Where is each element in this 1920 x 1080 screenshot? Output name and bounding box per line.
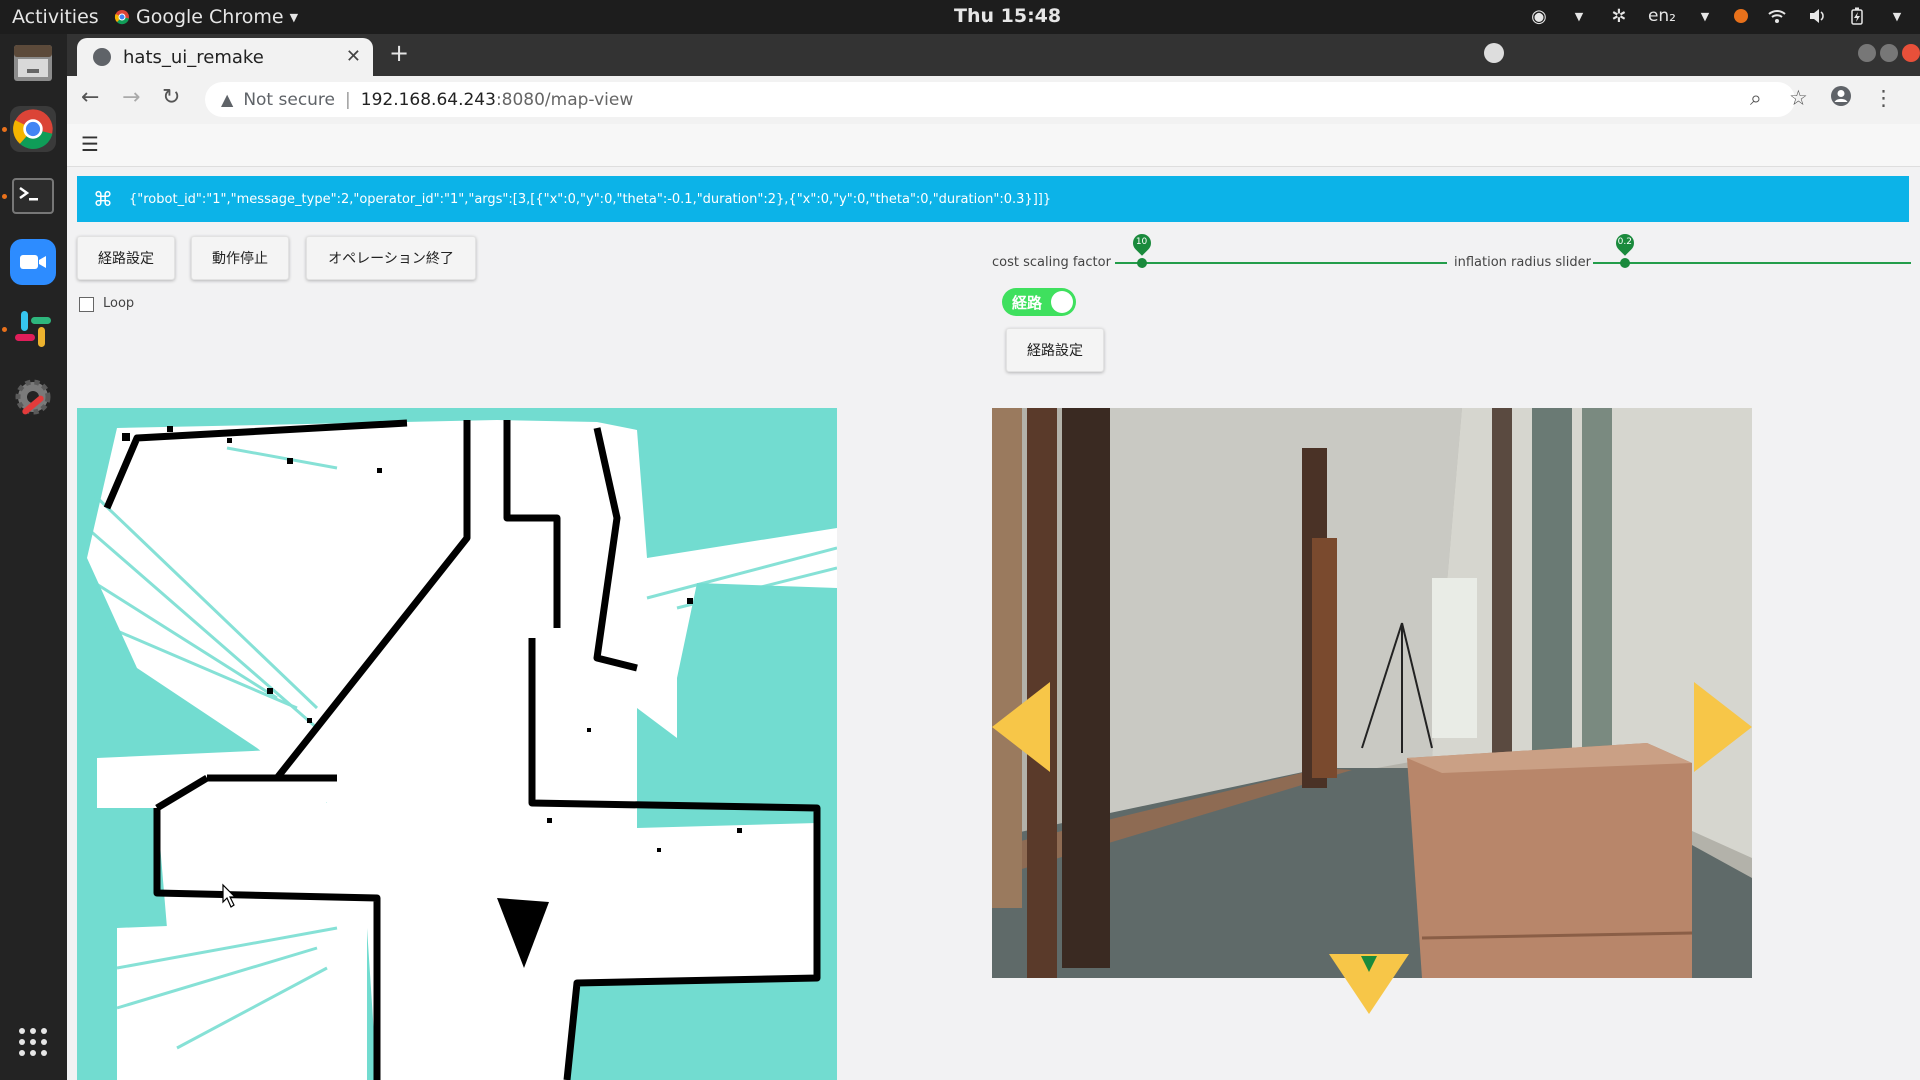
tab-title: hats_ui_remake [123, 46, 264, 68]
url-host: 192.168.64.243 [360, 89, 496, 110]
input-method-indicator[interactable]: en₂ [1648, 6, 1676, 26]
cost-scaling-thumb[interactable] [1136, 258, 1147, 268]
globe-icon [93, 48, 111, 66]
running-indicator [2, 194, 7, 199]
toggle-knob [1051, 291, 1073, 313]
cost-scaling-label: cost scaling factor [992, 255, 1111, 270]
show-apps-icon[interactable] [10, 1019, 56, 1065]
slack-icon[interactable] [10, 306, 56, 352]
heading-indicator-icon [1361, 956, 1377, 972]
browser-menu-icon[interactable]: ⋮ [1873, 86, 1894, 110]
cost-scaling-track[interactable] [1115, 262, 1447, 264]
app-menu-label: Google Chrome [136, 6, 284, 28]
browser-tab-strip: hats_ui_remake ✕ + [67, 34, 1920, 76]
close-window-icon[interactable] [1902, 44, 1920, 62]
volume-icon [1806, 5, 1828, 27]
hamburger-menu-icon[interactable]: ☰ [81, 132, 99, 156]
app-menu[interactable]: Google Chrome ▼ [114, 6, 298, 28]
maximize-icon[interactable] [1880, 44, 1898, 62]
command-message-text: {"robot_id":"1","message_type":2,"operat… [129, 191, 1052, 207]
battery-icon [1846, 5, 1868, 27]
accessibility-icon[interactable]: ◉ [1528, 5, 1550, 27]
notification-dot-icon [1734, 9, 1748, 23]
command-key-icon: ⌘ [93, 187, 113, 211]
profile-avatar-icon[interactable] [1831, 86, 1851, 111]
settings-icon[interactable] [10, 374, 56, 420]
running-indicator [2, 127, 7, 132]
route-toggle-label: 経路 [1012, 294, 1043, 312]
inflation-radius-thumb[interactable] [1619, 258, 1630, 268]
wifi-icon [1766, 5, 1788, 27]
system-top-bar: Activities Google Chrome ▼ Thu 15:48 ◉ ▼… [0, 0, 1920, 34]
zoom-magnifier-icon[interactable]: ⌕ [1750, 86, 1762, 111]
turn-right-arrow-icon[interactable] [1692, 682, 1752, 772]
clock[interactable]: Thu 15:48 [954, 5, 1061, 27]
loop-label: Loop [103, 296, 135, 311]
occupancy-map[interactable] [77, 408, 837, 1080]
inflation-radius-value: 0.2 [1617, 237, 1632, 247]
page-content: ☰ ⌘ {"robot_id":"1","message_type":2,"op… [67, 124, 1920, 1080]
system-tray[interactable]: ◉ ▼ ✲ en₂ ▼ ▼ [1528, 5, 1908, 27]
running-indicator [2, 327, 7, 332]
chevron-down-icon: ▼ [1892, 9, 1902, 23]
map-canvas [85, 419, 837, 1080]
chevron-down-icon: ▼ [1574, 9, 1584, 23]
close-icon[interactable]: ✕ [346, 46, 361, 67]
bookmark-star-icon[interactable]: ☆ [1789, 86, 1808, 110]
chrome-icon[interactable] [10, 106, 56, 152]
terminal-icon[interactable] [10, 173, 56, 219]
end-operation-button[interactable]: オペレーション終了 [306, 236, 476, 280]
turn-left-arrow-icon[interactable] [992, 682, 1052, 772]
forward-icon[interactable]: → [122, 85, 140, 110]
tab-search-icon[interactable] [1484, 43, 1504, 63]
back-icon[interactable]: ← [81, 85, 99, 110]
dock [0, 34, 67, 1080]
route-toggle[interactable]: 経路 [1002, 288, 1076, 316]
address-bar[interactable]: ▲ Not secure | 192.168.64.243 :8080/map-… [205, 82, 1795, 117]
app-bar: ☰ [67, 124, 1920, 167]
reload-icon[interactable]: ↻ [162, 85, 180, 110]
security-label[interactable]: Not secure [243, 90, 335, 110]
warning-icon[interactable]: ▲ [221, 90, 233, 109]
inflation-radius-label: inflation radius slider [1454, 255, 1591, 270]
stop-motion-button[interactable]: 動作停止 [191, 236, 289, 280]
chevron-down-icon: ▼ [1700, 9, 1710, 23]
command-message-bar: ⌘ {"robot_id":"1","message_type":2,"oper… [77, 176, 1909, 222]
browser-toolbar: ← → ↻ ▲ Not secure | 192.168.64.243 :808… [67, 76, 1920, 124]
activities-button[interactable]: Activities [12, 6, 99, 28]
new-tab-button[interactable]: + [389, 39, 409, 67]
camera-feed[interactable] [992, 408, 1752, 978]
files-icon[interactable] [10, 40, 56, 86]
url-path: :8080/map-view [495, 89, 634, 110]
minimize-icon[interactable] [1858, 44, 1876, 62]
cost-scaling-value: 10 [1135, 237, 1148, 247]
browser-tab[interactable]: hats_ui_remake ✕ [77, 38, 373, 76]
zoom-icon[interactable] [10, 239, 56, 285]
url-separator: | [345, 89, 351, 110]
chrome-icon [114, 10, 129, 25]
indicator-icon[interactable]: ✲ [1608, 5, 1630, 27]
inflation-radius-track[interactable] [1593, 262, 1911, 264]
route-setting-button[interactable]: 経路設定 [77, 236, 175, 280]
route-setting-button-right[interactable]: 経路設定 [1006, 328, 1104, 372]
loop-checkbox[interactable] [79, 297, 94, 312]
camera-image [992, 408, 1752, 978]
chevron-down-icon: ▼ [289, 10, 299, 24]
